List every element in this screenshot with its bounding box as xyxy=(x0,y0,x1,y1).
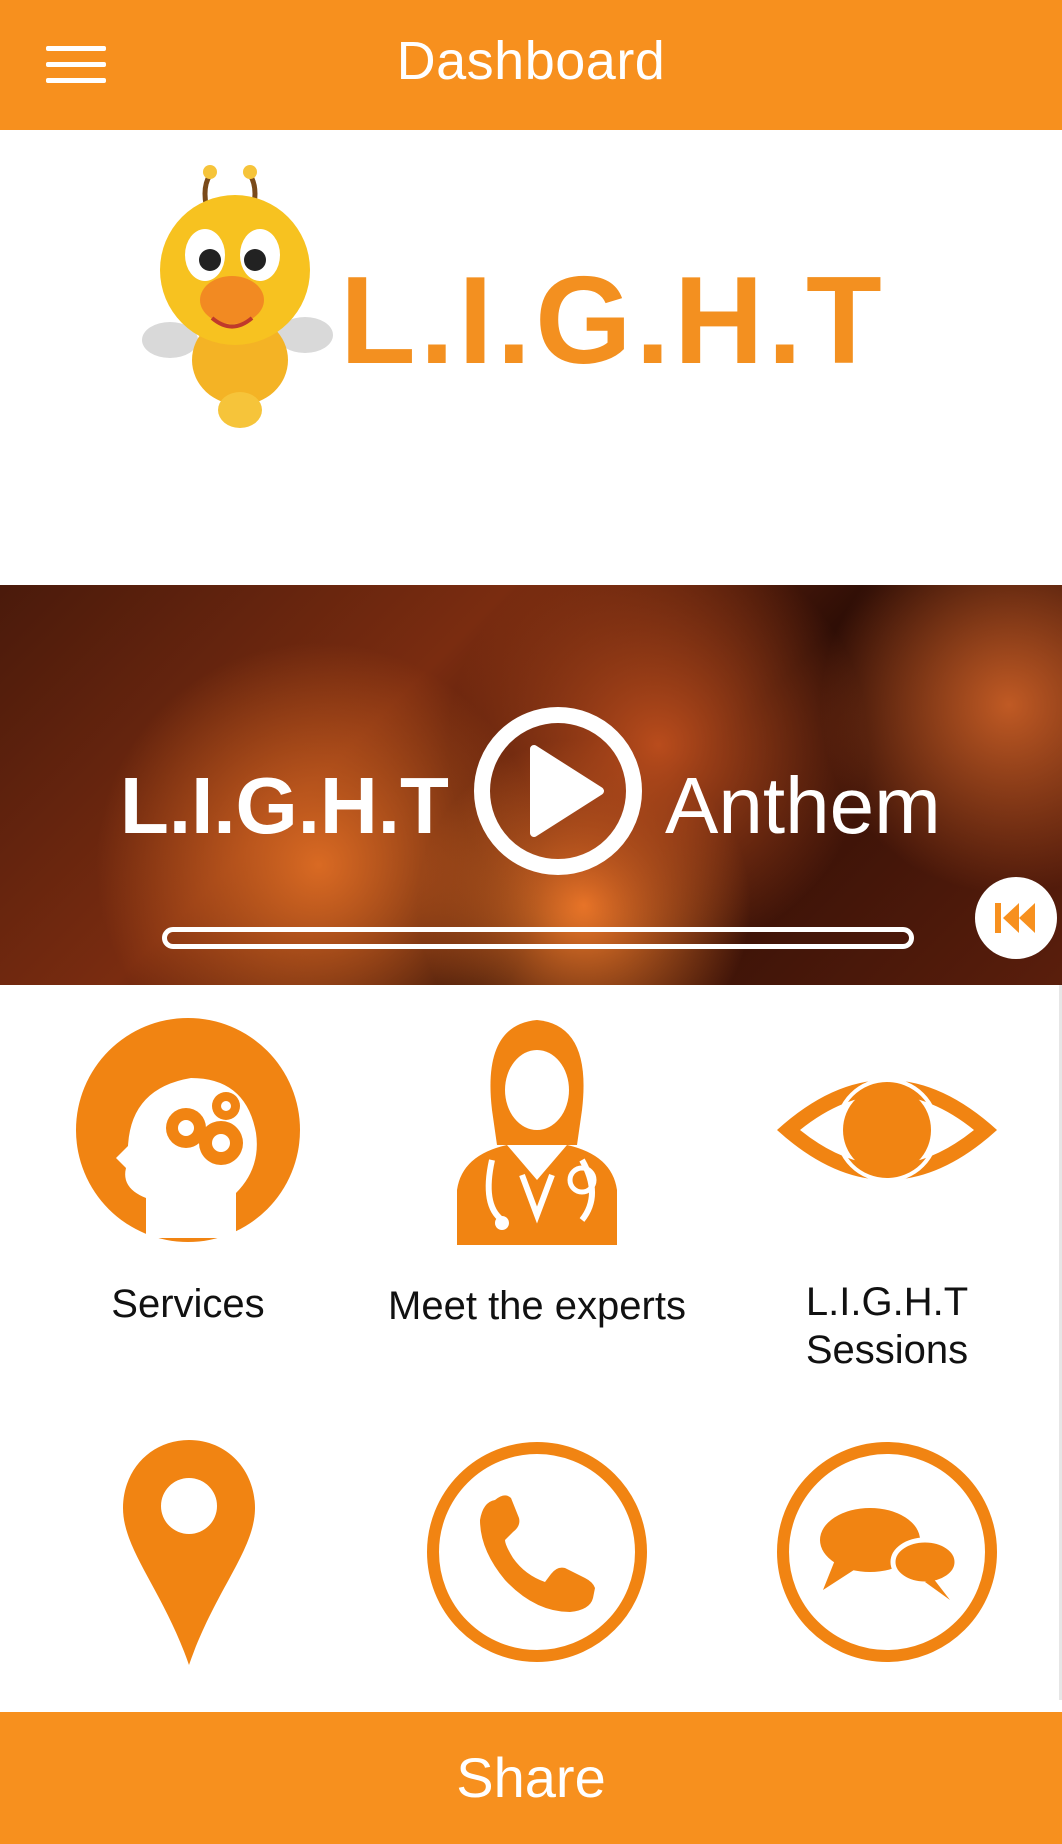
meet-experts-label: Meet the experts xyxy=(388,1284,686,1328)
services-label: Services xyxy=(111,1282,265,1326)
play-icon[interactable] xyxy=(472,705,644,877)
top-app-bar: Dashboard xyxy=(0,0,1062,130)
services-tile[interactable]: Services xyxy=(23,1010,353,1330)
light-sessions-label-line2: Sessions xyxy=(805,1328,969,1372)
audio-progress-bar[interactable] xyxy=(162,927,914,949)
banner-title-right: Anthem xyxy=(665,761,941,850)
doctor-icon xyxy=(457,1020,617,1245)
chat-bubbles-icon xyxy=(777,1442,997,1662)
share-button[interactable]: Share xyxy=(0,1712,1062,1844)
phone-icon xyxy=(427,1442,647,1662)
eye-icon xyxy=(777,1078,997,1182)
location-pin-icon xyxy=(123,1440,255,1665)
rewind-icon[interactable] xyxy=(975,877,1057,959)
chat-tile[interactable] xyxy=(722,1435,1052,1675)
brain-gears-icon xyxy=(76,1018,300,1242)
location-tile[interactable] xyxy=(23,1435,353,1675)
light-sessions-tile[interactable]: L.I.G.H.T Sessions xyxy=(722,1010,1052,1380)
page-title: Dashboard xyxy=(396,31,666,91)
logo-area: L.I.G.H.T xyxy=(0,130,1062,585)
share-label: Share xyxy=(456,1746,606,1809)
light-sessions-label-line1: L.I.G.H.T xyxy=(805,1280,969,1324)
bee-mascot xyxy=(142,165,333,428)
phone-tile[interactable] xyxy=(372,1435,702,1675)
logo-text: L.I.G.H.T xyxy=(340,252,886,390)
anthem-banner: L.I.G.H.T Anthem xyxy=(0,585,1062,985)
banner-title-left: L.I.G.H.T xyxy=(120,761,449,850)
meet-experts-tile[interactable]: Meet the experts xyxy=(372,1010,702,1330)
light-sessions-label: L.I.G.H.T Sessions xyxy=(722,1278,1052,1374)
